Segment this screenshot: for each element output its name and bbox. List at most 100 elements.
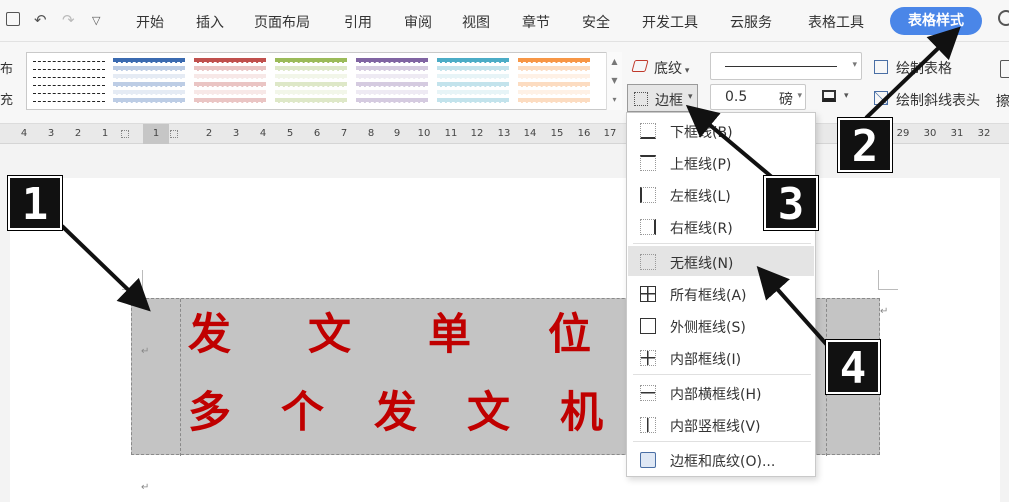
table-style-swatch[interactable]: [194, 58, 266, 105]
draw-table-icon[interactable]: [874, 60, 888, 74]
ruler-tick: 9: [393, 128, 401, 139]
margin-corner-mark: [878, 270, 879, 290]
ruler-tick: 13: [497, 128, 511, 139]
menu-item-label: 无框线(N): [670, 256, 734, 272]
ruler-tick: 32: [977, 128, 991, 139]
table-style-swatch[interactable]: [33, 58, 105, 105]
menu-tab-bar: ↶ ↷ ▽ 开始 插入 页面布局 引用 审阅 视图 章节 安全 开发工具 云服务…: [0, 0, 1009, 42]
swatch-row: [194, 98, 266, 103]
draw-diagonal-header-icon[interactable]: [874, 91, 888, 105]
menu-separator: [633, 243, 811, 244]
multi-sender-char: 发: [374, 388, 417, 438]
swatch-row: [275, 74, 347, 79]
ruler-tick: 15: [550, 128, 564, 139]
tab-view[interactable]: 视图: [462, 12, 490, 32]
eraser-icon[interactable]: [1000, 60, 1009, 78]
swatch-row: [437, 58, 509, 63]
line-weight-select[interactable]: 0.5 磅 ▾: [710, 84, 806, 110]
border-dropdown-menu: 下框线(B) 上框线(P) 左框线(L) 右框线(R) 无框线(N) 所有框线(…: [626, 112, 816, 477]
tab-developer-tools[interactable]: 开发工具: [642, 12, 698, 32]
menu-item-borders-and-shading[interactable]: 边框和底纹(O)...: [628, 444, 814, 474]
swatch-row: [356, 90, 428, 95]
multi-sender-char: 个: [281, 388, 324, 438]
table-style-swatch[interactable]: [113, 58, 185, 105]
shading-button[interactable]: 底纹 ▾: [654, 58, 689, 78]
swatch-row: [33, 77, 105, 78]
draw-table-button[interactable]: 绘制表格: [896, 58, 952, 78]
multi-sender-char: 多: [188, 388, 231, 438]
ruler-tick: 17: [603, 128, 617, 139]
swatch-row: [275, 66, 347, 71]
eraser-button[interactable]: 擦: [996, 91, 1009, 111]
margin-corner-mark: [122, 289, 142, 290]
ruler-tick: 6: [313, 128, 321, 139]
menu-item-all-borders[interactable]: 所有框线(A): [628, 278, 814, 308]
table-style-swatch[interactable]: [518, 58, 590, 105]
pen-color-icon[interactable]: [822, 90, 836, 102]
menu-separator: [633, 374, 811, 375]
ruler-tick: 31: [950, 128, 964, 139]
table-style-swatch[interactable]: [437, 58, 509, 105]
swatch-row: [113, 66, 185, 71]
menu-item-no-border[interactable]: 无框线(N): [628, 246, 814, 276]
menu-item-inside-vertical-border[interactable]: 内部竖框线(V): [628, 409, 814, 439]
ruler-tick: 1: [101, 128, 109, 139]
swatch-row: [356, 74, 428, 79]
gallery-scroll-up-icon[interactable]: ▲: [607, 52, 622, 71]
gallery-scroll-down-icon[interactable]: ▼: [607, 71, 622, 90]
swatch-row: [518, 90, 590, 95]
search-icon[interactable]: [998, 10, 1009, 26]
table-style-swatch[interactable]: [275, 58, 347, 105]
ruler-marker[interactable]: [170, 130, 178, 138]
border-button[interactable]: 边框 ▾: [627, 84, 698, 112]
swatch-row: [518, 82, 590, 87]
menu-item-bottom-border[interactable]: 下框线(B): [628, 115, 814, 145]
menu-item-inside-horizontal-border[interactable]: 内部横框线(H): [628, 377, 814, 407]
tab-chapter[interactable]: 章节: [522, 12, 550, 32]
menu-item-label: 右框线(R): [670, 221, 733, 237]
paragraph-mark: ↵: [141, 346, 150, 357]
table-style-swatch[interactable]: [356, 58, 428, 105]
ruler-tick: 2: [205, 128, 213, 139]
line-style-select[interactable]: ▾: [710, 52, 862, 80]
border-label: 边框: [655, 93, 683, 109]
file-menu-icon[interactable]: [6, 12, 20, 26]
swatch-row: [194, 90, 266, 95]
ruler-tick: 29: [896, 128, 910, 139]
swatch-row: [275, 90, 347, 95]
swatch-row: [33, 69, 105, 70]
draw-diagonal-header-button[interactable]: 绘制斜线表头: [896, 90, 980, 110]
menu-item-outside-borders[interactable]: 外侧框线(S): [628, 310, 814, 340]
chevron-down-icon: ▾: [688, 92, 693, 102]
customize-quick-access-icon[interactable]: ▽: [92, 14, 100, 27]
tab-table-style[interactable]: 表格样式: [890, 7, 982, 35]
tab-references[interactable]: 引用: [344, 12, 372, 32]
menu-item-label: 左框线(L): [670, 189, 731, 205]
swatch-row: [437, 98, 509, 103]
menu-item-inside-borders[interactable]: 内部框线(I): [628, 342, 814, 372]
tab-review[interactable]: 审阅: [404, 12, 432, 32]
right-border-icon: [640, 219, 656, 235]
chevron-down-icon[interactable]: ▾: [844, 91, 849, 101]
chevron-down-icon: ▾: [852, 60, 857, 70]
tab-page-layout[interactable]: 页面布局: [254, 12, 310, 32]
ruler-tick: 5: [286, 128, 294, 139]
line-weight-value: 0.5: [725, 89, 748, 105]
sender-unit-char: 文: [308, 310, 351, 360]
tab-home[interactable]: 开始: [136, 12, 164, 32]
ruler-marker[interactable]: [121, 130, 129, 138]
redo-icon[interactable]: ↷: [62, 11, 75, 29]
tab-security[interactable]: 安全: [582, 12, 610, 32]
callout-2: 2: [838, 118, 892, 172]
swatch-row: [113, 58, 185, 63]
menu-item-top-border[interactable]: 上框线(P): [628, 147, 814, 177]
gallery-expand-icon[interactable]: ▾: [607, 90, 622, 109]
line-weight-unit: 磅: [779, 92, 793, 108]
undo-icon[interactable]: ↶: [34, 11, 47, 29]
swatch-row: [356, 82, 428, 87]
tab-insert[interactable]: 插入: [196, 12, 224, 32]
ribbon-side-glyph-1: 布: [0, 62, 14, 77]
tab-cloud-services[interactable]: 云服务: [730, 12, 772, 32]
tab-table-tools[interactable]: 表格工具: [808, 12, 864, 32]
table-style-gallery: [26, 52, 622, 110]
